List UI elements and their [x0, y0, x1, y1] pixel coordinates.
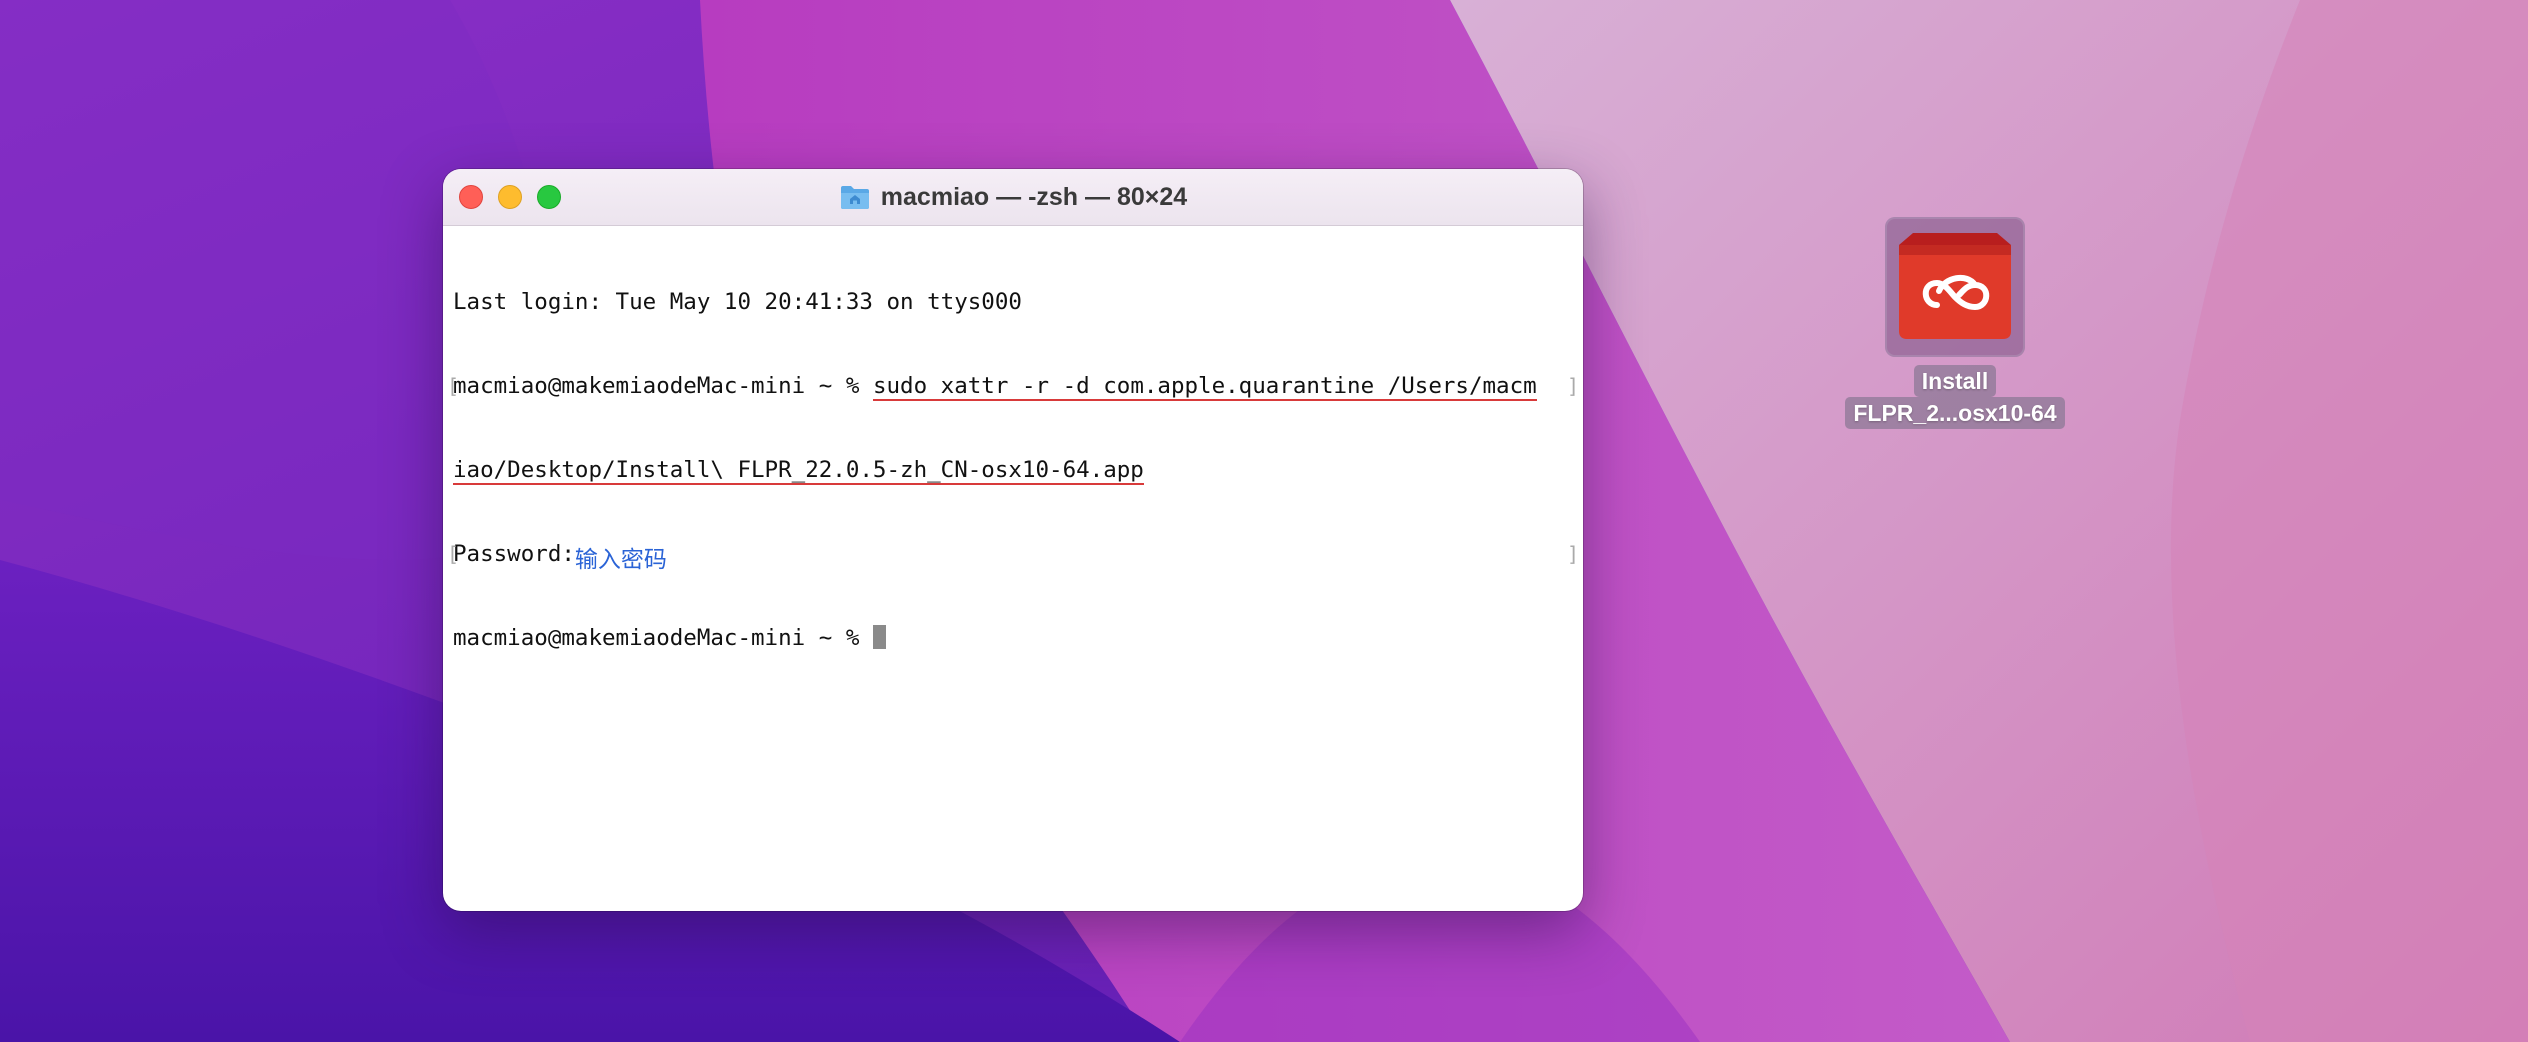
desktop-app-icon[interactable]: Install FLPR_2...osx10-64 — [1835, 217, 2075, 429]
password-annotation: 输入密码 — [574, 547, 667, 573]
terminal-line: macmiao@makemiaodeMac-mini ~ % — [453, 624, 1573, 652]
terminal-window[interactable]: macmiao — -zsh — 80×24 Last login: Tue M… — [443, 169, 1583, 911]
command-text-continued: iao/Desktop/Install\ FLPR_22.0.5-zh_CN-o… — [453, 457, 1144, 485]
terminal-content[interactable]: Last login: Tue May 10 20:41:33 on ttys0… — [443, 226, 1583, 714]
terminal-line: Last login: Tue May 10 20:41:33 on ttys0… — [453, 289, 1022, 315]
window-title-text: macmiao — -zsh — 80×24 — [880, 182, 1188, 211]
terminal-line: [Password:输入密码] — [447, 541, 1579, 573]
creative-cloud-icon[interactable] — [1893, 231, 2017, 343]
app-icon-selection[interactable] — [1885, 217, 2025, 357]
desktop: macmiao — -zsh — 80×24 Last login: Tue M… — [0, 0, 2528, 1042]
home-folder-icon — [840, 186, 869, 209]
terminal-line: iao/Desktop/Install\ FLPR_22.0.5-zh_CN-o… — [453, 456, 1573, 485]
title-bar[interactable]: macmiao — -zsh — 80×24 — [443, 169, 1583, 226]
window-title: macmiao — -zsh — 80×24 — [443, 169, 1583, 225]
app-icon-label[interactable]: Install FLPR_2...osx10-64 — [1845, 365, 2065, 429]
prompt: macmiao@makemiaodeMac-mini ~ % — [453, 373, 873, 399]
text-cursor — [872, 624, 886, 649]
password-prompt: Password: — [453, 541, 575, 567]
terminal-line: [macmiao@makemiaodeMac-mini ~ % sudo xat… — [447, 373, 1579, 401]
command-text: sudo xattr -r -d com.apple.quarantine /U… — [872, 373, 1537, 401]
prompt: macmiao@makemiaodeMac-mini ~ % — [453, 625, 873, 651]
